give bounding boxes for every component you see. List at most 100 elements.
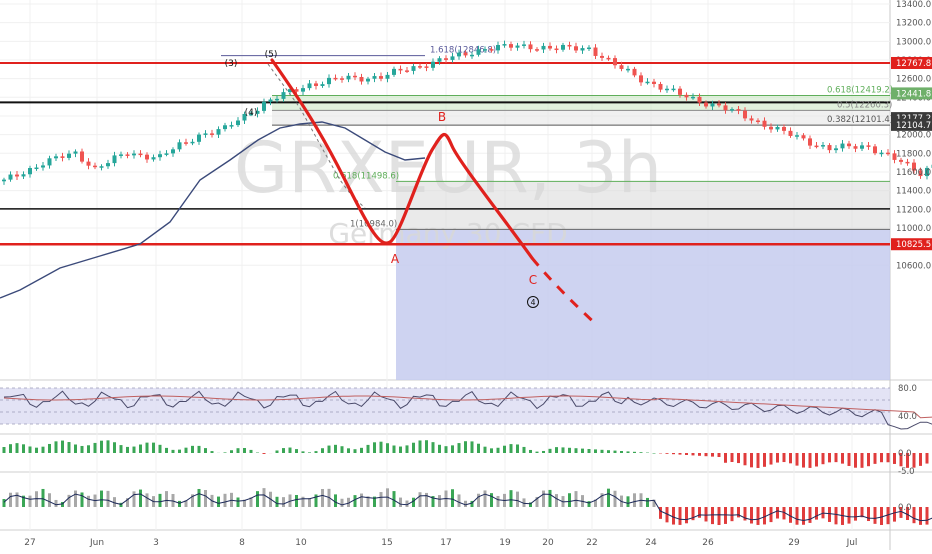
candle-body [15,175,19,177]
macd-bar [237,448,240,453]
macd-bar [763,453,766,467]
candle-body [61,156,65,158]
candle-body [704,103,708,107]
oscillator-bar [789,507,792,523]
macd-bar [802,453,805,468]
candle-body [834,148,838,150]
wave-label: B [438,110,446,124]
macd-bar [848,453,851,466]
macd-bar [113,442,116,453]
oscillator-bar [412,498,415,507]
macd-bar [588,449,591,453]
oscillator-bar [880,507,883,525]
oscillator-bar [276,497,279,507]
candle-body [795,135,799,137]
oscillator-bar [133,491,136,507]
macd-bar [198,446,201,453]
macd-bar [191,446,194,453]
candle-body [184,142,188,144]
macd-bar [926,453,929,464]
time-tick-label: 10 [295,538,307,548]
oscillator-bar [568,493,571,507]
candle-body [906,162,910,164]
fib-zone-upper-grey [272,110,890,125]
candle-body [490,49,494,51]
macd-bar [744,453,747,465]
oscillator-bar [477,494,480,507]
oscillator-bar [490,493,493,507]
macd-bar [757,453,760,468]
oscillator-bar [724,507,727,524]
candle-body [165,153,169,155]
macd-bar [510,444,513,453]
candle-body [496,45,500,50]
candle-body [191,142,195,144]
wave-label: (4) [245,108,258,118]
macd-bar [152,443,155,453]
price-tick-label: 10600.0 [896,261,931,271]
candle-body [678,89,682,95]
macd-bar [74,444,77,453]
candle-body [119,154,123,156]
macd-bar [464,441,467,453]
oscillator-bar [3,499,6,507]
macd-bar [3,447,6,453]
candle-body [899,160,903,162]
macd-bar [419,440,422,453]
candle-body [698,97,702,103]
candle-body [568,45,572,47]
macd-bar [724,453,727,463]
macd-bar [575,448,578,453]
oscillator-bar [698,507,701,518]
candle-body [74,151,78,153]
candle-body [262,102,266,111]
macd-bar [666,453,669,454]
candle-body [152,157,156,159]
macd-bar [445,446,448,453]
oscillator-bar [100,491,103,507]
macd-bar [393,446,396,453]
oscillator-bar [308,498,311,507]
macd-bar [692,453,695,455]
macd-bar [672,453,675,454]
candle-body [776,127,780,129]
price-tick-label: 12600.0 [896,75,931,85]
oscillator-bar [354,495,357,507]
oscillator-bar [542,491,545,507]
oscillator-bar [438,495,441,507]
oscillator-bar [146,493,149,507]
fib-level-label: 0.5(12260.3) [837,100,892,110]
macd-bar [529,450,532,453]
candle-body [691,97,695,99]
candle-body [308,83,312,88]
candle-body [431,62,435,68]
oscillator-bar [750,507,753,524]
time-tick-label: 22 [586,538,597,548]
candle-body [600,56,604,58]
macd-bar [490,448,493,453]
macd-bar [880,453,883,462]
candle-body [132,154,136,156]
macd-bar [601,450,604,453]
candle-body [67,154,71,158]
macd-bar [776,453,779,463]
macd-bar [620,451,623,453]
oscillator-bar [458,494,461,507]
macd-bar [432,442,435,453]
candle-body [477,49,481,55]
candle-body [373,76,377,79]
macd-bar [731,453,734,462]
candle-body [236,121,240,126]
macd-bar [94,443,97,453]
oscillator-bar [627,496,630,507]
candle-body [301,88,305,92]
candle-body [626,69,630,71]
price-tag-label: 10825.5 [896,240,931,250]
candle-body [444,58,448,60]
candle-body [555,49,559,51]
candle-body [457,53,461,57]
macd-bar [614,451,617,453]
candle-body [353,76,357,78]
candle-body [646,82,650,84]
macd-bar [321,448,324,453]
